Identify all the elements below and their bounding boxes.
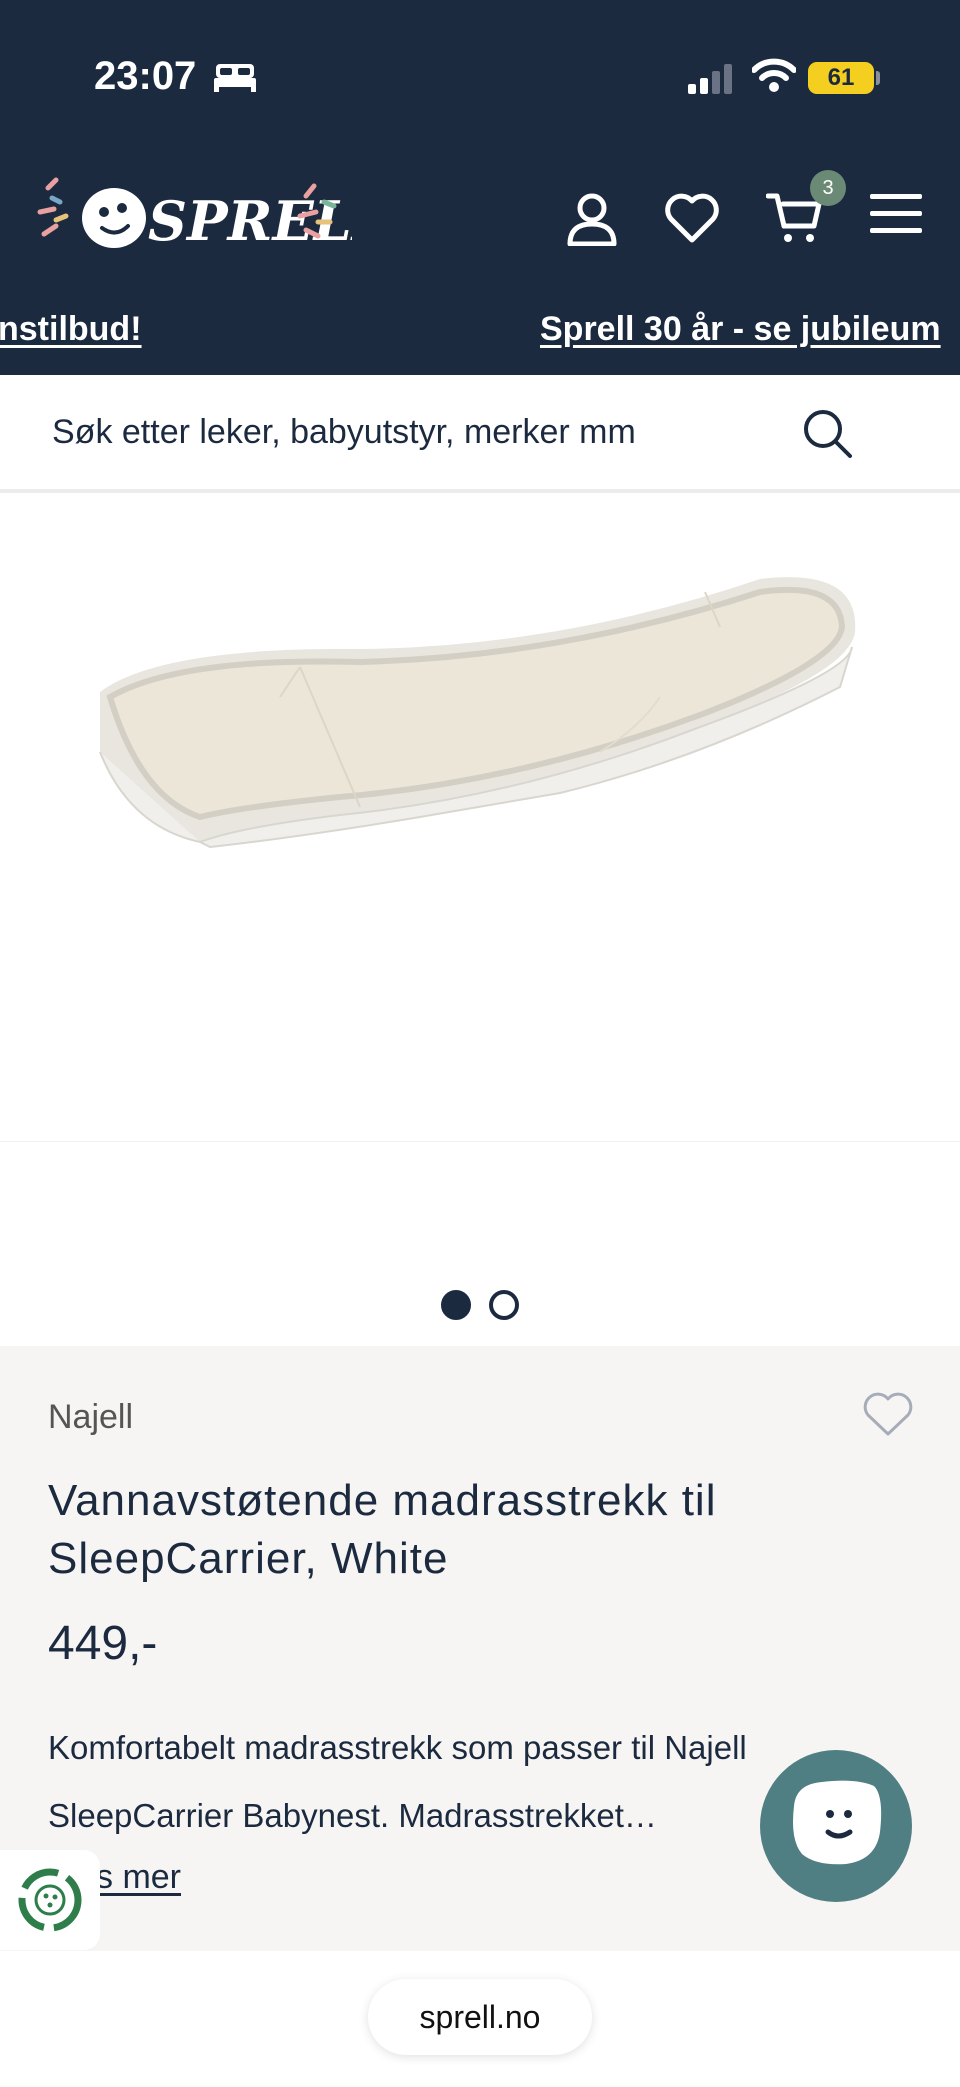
url-bar[interactable]: sprell.no — [368, 1979, 592, 2055]
site-header: 23:07 61 SPRELL — [0, 0, 960, 375]
pagination-dot-2[interactable] — [489, 1290, 519, 1320]
heart-icon[interactable] — [664, 192, 720, 244]
recycle-icon — [18, 1868, 82, 1932]
product-image[interactable] — [0, 497, 960, 1142]
product-title: Vannavstøtende madrasstrekk til SleepCar… — [48, 1476, 717, 1583]
product-price: 449,- — [48, 1617, 158, 1670]
favorite-heart-icon[interactable] — [862, 1392, 914, 1438]
product-brand[interactable]: Najell — [48, 1398, 133, 1437]
battery-cap — [876, 71, 880, 85]
menu-icon[interactable] — [870, 192, 922, 236]
status-time: 23:07 — [94, 54, 197, 98]
browser-bottom-bar: sprell.no — [0, 1951, 960, 2087]
bed-icon — [214, 64, 256, 92]
image-pagination — [0, 1290, 960, 1320]
search-input[interactable]: Søk etter leker, babyutstyr, merker mm — [52, 413, 636, 452]
product-photo — [99, 577, 856, 849]
cart-icon[interactable] — [766, 192, 822, 246]
chat-button[interactable] — [760, 1750, 912, 1902]
user-icon[interactable] — [566, 192, 618, 246]
eco-badge[interactable] — [0, 1850, 100, 1950]
cart-count-badge: 3 — [810, 170, 846, 206]
signal-icon — [688, 64, 732, 94]
battery-level: 61 — [808, 62, 874, 94]
sprell-logo[interactable]: SPRELL — [34, 176, 352, 256]
promo-link-left[interactable]: nstilbud! — [0, 310, 142, 349]
search-icon[interactable] — [802, 408, 854, 460]
pagination-dot-1[interactable] — [441, 1290, 471, 1320]
read-more-link[interactable]: s mer — [96, 1858, 181, 1897]
wifi-icon — [752, 58, 796, 92]
promo-ticker: nstilbud! Sprell 30 år - se jubileum — [0, 300, 960, 360]
promo-link-jubilee[interactable]: Sprell 30 år - se jubileum — [540, 310, 941, 349]
chat-face-icon — [793, 1780, 882, 1865]
